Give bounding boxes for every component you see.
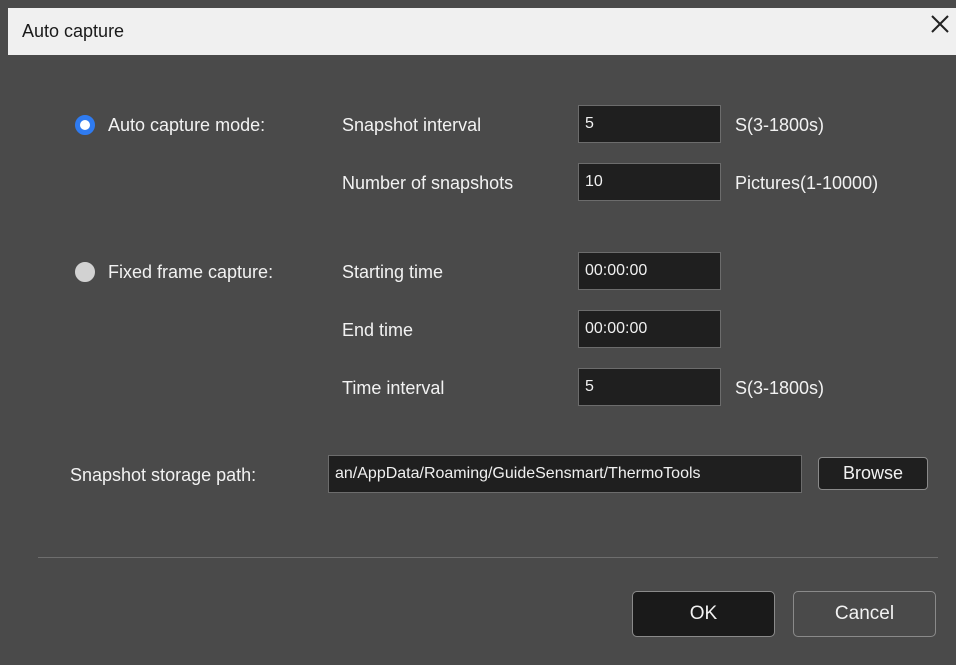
- auto-capture-dialog: Auto capture Auto capture mode: Snapshot…: [0, 0, 956, 665]
- auto-capture-mode-label[interactable]: Auto capture mode:: [108, 114, 265, 136]
- snapshot-storage-path-input[interactable]: an/AppData/Roaming/GuideSensmart/ThermoT…: [328, 455, 802, 493]
- browse-button[interactable]: Browse: [818, 457, 928, 490]
- fixed-frame-capture-label[interactable]: Fixed frame capture:: [108, 261, 273, 283]
- starting-time-label: Starting time: [342, 262, 444, 282]
- divider: [38, 557, 938, 558]
- fixed-frame-capture-radio[interactable]: [75, 262, 95, 282]
- end-time-label: End time: [342, 320, 414, 340]
- dialog-body: Auto capture mode: Snapshot interval 5 S…: [8, 55, 956, 665]
- number-of-snapshots-range: Pictures(1-10000): [735, 173, 879, 193]
- snapshot-interval-range: S(3-1800s): [735, 115, 825, 135]
- time-interval-label: Time interval: [342, 378, 445, 398]
- starting-time-input[interactable]: 00:00:00: [578, 252, 721, 290]
- number-of-snapshots-input[interactable]: 10: [578, 163, 721, 201]
- number-of-snapshots-label: Number of snapshots: [342, 173, 514, 193]
- title-bar: Auto capture: [8, 8, 956, 55]
- time-interval-range: S(3-1800s): [735, 378, 825, 398]
- snapshot-interval-label: Snapshot interval: [342, 115, 482, 135]
- auto-capture-mode-radio[interactable]: [75, 115, 95, 135]
- end-time-input[interactable]: 00:00:00: [578, 310, 721, 348]
- close-icon: [931, 15, 949, 33]
- snapshot-interval-input[interactable]: 5: [578, 105, 721, 143]
- cancel-button[interactable]: Cancel: [793, 591, 936, 637]
- dialog-title: Auto capture: [22, 21, 125, 41]
- ok-button[interactable]: OK: [632, 591, 775, 637]
- time-interval-input[interactable]: 5: [578, 368, 721, 406]
- close-button[interactable]: [924, 8, 956, 40]
- snapshot-storage-path-label: Snapshot storage path:: [70, 465, 257, 485]
